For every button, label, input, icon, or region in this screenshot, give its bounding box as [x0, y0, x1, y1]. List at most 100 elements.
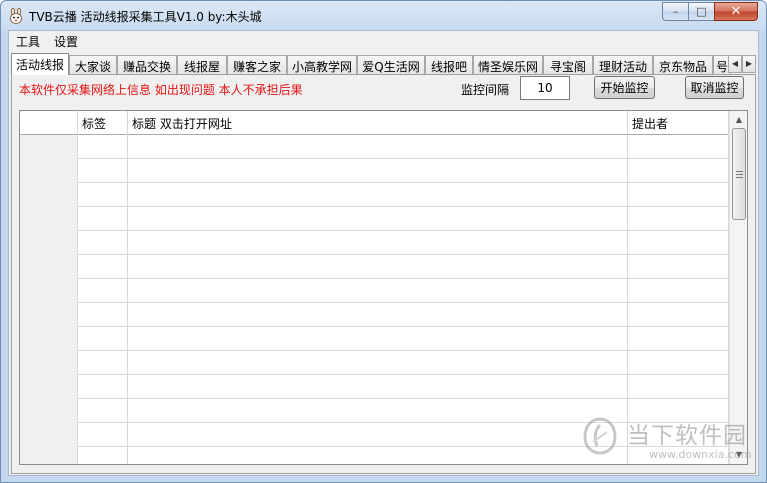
title-cell[interactable]: [128, 351, 628, 375]
tag-cell[interactable]: [78, 351, 128, 375]
rabbit-app-icon: [10, 8, 22, 24]
row-header-cell: [20, 183, 78, 207]
row-header-cell: [20, 207, 78, 231]
close-button[interactable]: ✕: [714, 2, 758, 21]
tab-xianbaoba[interactable]: 线报吧: [425, 55, 473, 75]
row-header-cell: [20, 303, 78, 327]
tab-xiaogao-teaching[interactable]: 小高教学网: [287, 55, 357, 75]
title-cell[interactable]: [128, 399, 628, 423]
column-header-author[interactable]: 提出者: [628, 111, 729, 135]
menu-settings[interactable]: 设置: [47, 31, 85, 50]
table-row[interactable]: [20, 207, 729, 231]
tag-cell[interactable]: [78, 207, 128, 231]
table-row[interactable]: [20, 231, 729, 255]
author-cell[interactable]: [628, 279, 729, 303]
window-title: TVB云播 活动线报采集工具V1.0 by:木头城: [29, 10, 262, 24]
tab-xunbaoge[interactable]: 寻宝阁: [543, 55, 593, 75]
tab-aiq-life[interactable]: 爱Q生活网: [357, 55, 425, 75]
row-header-cell: [20, 351, 78, 375]
tab-activity-news[interactable]: 活动线报: [11, 53, 69, 75]
table-row[interactable]: [20, 159, 729, 183]
title-cell[interactable]: [128, 423, 628, 447]
caption-buttons: – □ ✕: [662, 2, 758, 21]
title-cell[interactable]: [128, 183, 628, 207]
grid-vertical-scrollbar[interactable]: ▲ ▼: [729, 111, 747, 464]
row-header-cell: [20, 399, 78, 423]
title-cell[interactable]: [128, 231, 628, 255]
tag-cell[interactable]: [78, 279, 128, 303]
author-cell[interactable]: [628, 231, 729, 255]
title-bar[interactable]: TVB云播 活动线报采集工具V1.0 by:木头城 – □ ✕: [1, 1, 766, 30]
author-cell[interactable]: [628, 375, 729, 399]
row-header-cell: [20, 231, 78, 255]
tab-scroll-left-icon[interactable]: ◀: [728, 55, 742, 73]
tab-licai-activity[interactable]: 理财活动: [593, 55, 653, 75]
author-cell[interactable]: [628, 303, 729, 327]
author-cell[interactable]: [628, 351, 729, 375]
table-row[interactable]: [20, 351, 729, 375]
column-header-tag[interactable]: 标签: [78, 111, 128, 135]
table-row[interactable]: [20, 255, 729, 279]
grip-icon: [736, 171, 743, 178]
tag-cell[interactable]: [78, 327, 128, 351]
row-header-corner: [20, 111, 78, 135]
watermark-url: www.downxia.com: [649, 448, 752, 461]
tab-xianbaowu[interactable]: 线报屋: [177, 55, 227, 75]
author-cell[interactable]: [628, 327, 729, 351]
minimize-button[interactable]: –: [662, 2, 688, 21]
interval-label: 监控间隔: [461, 83, 510, 97]
tag-cell[interactable]: [78, 423, 128, 447]
tab-qingsheng-ent[interactable]: 情圣娱乐网: [473, 55, 543, 75]
results-grid[interactable]: 标签 标题 双击打开网址 提出者 ▲ ▼: [19, 110, 748, 465]
title-cell[interactable]: [128, 279, 628, 303]
tag-cell[interactable]: [78, 447, 128, 464]
title-cell[interactable]: [128, 303, 628, 327]
tag-cell[interactable]: [78, 375, 128, 399]
scroll-up-icon[interactable]: ▲: [731, 112, 747, 128]
row-header-cell: [20, 327, 78, 351]
table-row[interactable]: [20, 375, 729, 399]
tab-scroll-right-icon[interactable]: ▶: [742, 55, 756, 73]
row-header-cell: [20, 447, 78, 464]
table-row[interactable]: [20, 279, 729, 303]
scroll-thumb[interactable]: [732, 128, 746, 220]
table-row[interactable]: [20, 327, 729, 351]
title-cell[interactable]: [128, 375, 628, 399]
tab-zhuanpin-exchange[interactable]: 赚品交换: [117, 55, 177, 75]
cancel-monitor-button[interactable]: 取消监控: [685, 76, 744, 99]
watermark-logo-icon: [583, 417, 617, 455]
tag-cell[interactable]: [78, 231, 128, 255]
author-cell[interactable]: [628, 183, 729, 207]
column-header-title[interactable]: 标题 双击打开网址: [128, 111, 628, 135]
table-row[interactable]: [20, 135, 729, 159]
start-monitor-button[interactable]: 开始监控: [594, 76, 655, 99]
table-row[interactable]: [20, 183, 729, 207]
table-row[interactable]: [20, 303, 729, 327]
title-cell[interactable]: [128, 327, 628, 351]
title-cell[interactable]: [128, 255, 628, 279]
menu-tools[interactable]: 工具: [9, 31, 47, 50]
interval-input[interactable]: [520, 76, 570, 100]
author-cell[interactable]: [628, 255, 729, 279]
tab-zhuanke-home[interactable]: 赚客之家: [227, 55, 287, 75]
tag-cell[interactable]: [78, 303, 128, 327]
tab-dajiatan[interactable]: 大家谈: [69, 55, 117, 75]
tag-cell[interactable]: [78, 135, 128, 159]
row-header-cell: [20, 423, 78, 447]
tag-cell[interactable]: [78, 183, 128, 207]
tag-cell[interactable]: [78, 255, 128, 279]
maximize-button[interactable]: □: [688, 2, 714, 21]
title-cell[interactable]: [128, 159, 628, 183]
tab-jd-items[interactable]: 京东物品: [653, 55, 713, 75]
disclaimer-notice: 本软件仅采集网络上信息 如出现问题 本人不承担后果: [19, 83, 303, 97]
author-cell[interactable]: [628, 159, 729, 183]
tag-cell[interactable]: [78, 159, 128, 183]
author-cell[interactable]: [628, 207, 729, 231]
row-header-cell: [20, 375, 78, 399]
author-cell[interactable]: [628, 135, 729, 159]
tag-cell[interactable]: [78, 399, 128, 423]
title-cell[interactable]: [128, 447, 628, 464]
title-cell[interactable]: [128, 135, 628, 159]
title-cell[interactable]: [128, 207, 628, 231]
watermark-name: 当下软件园: [627, 423, 747, 449]
